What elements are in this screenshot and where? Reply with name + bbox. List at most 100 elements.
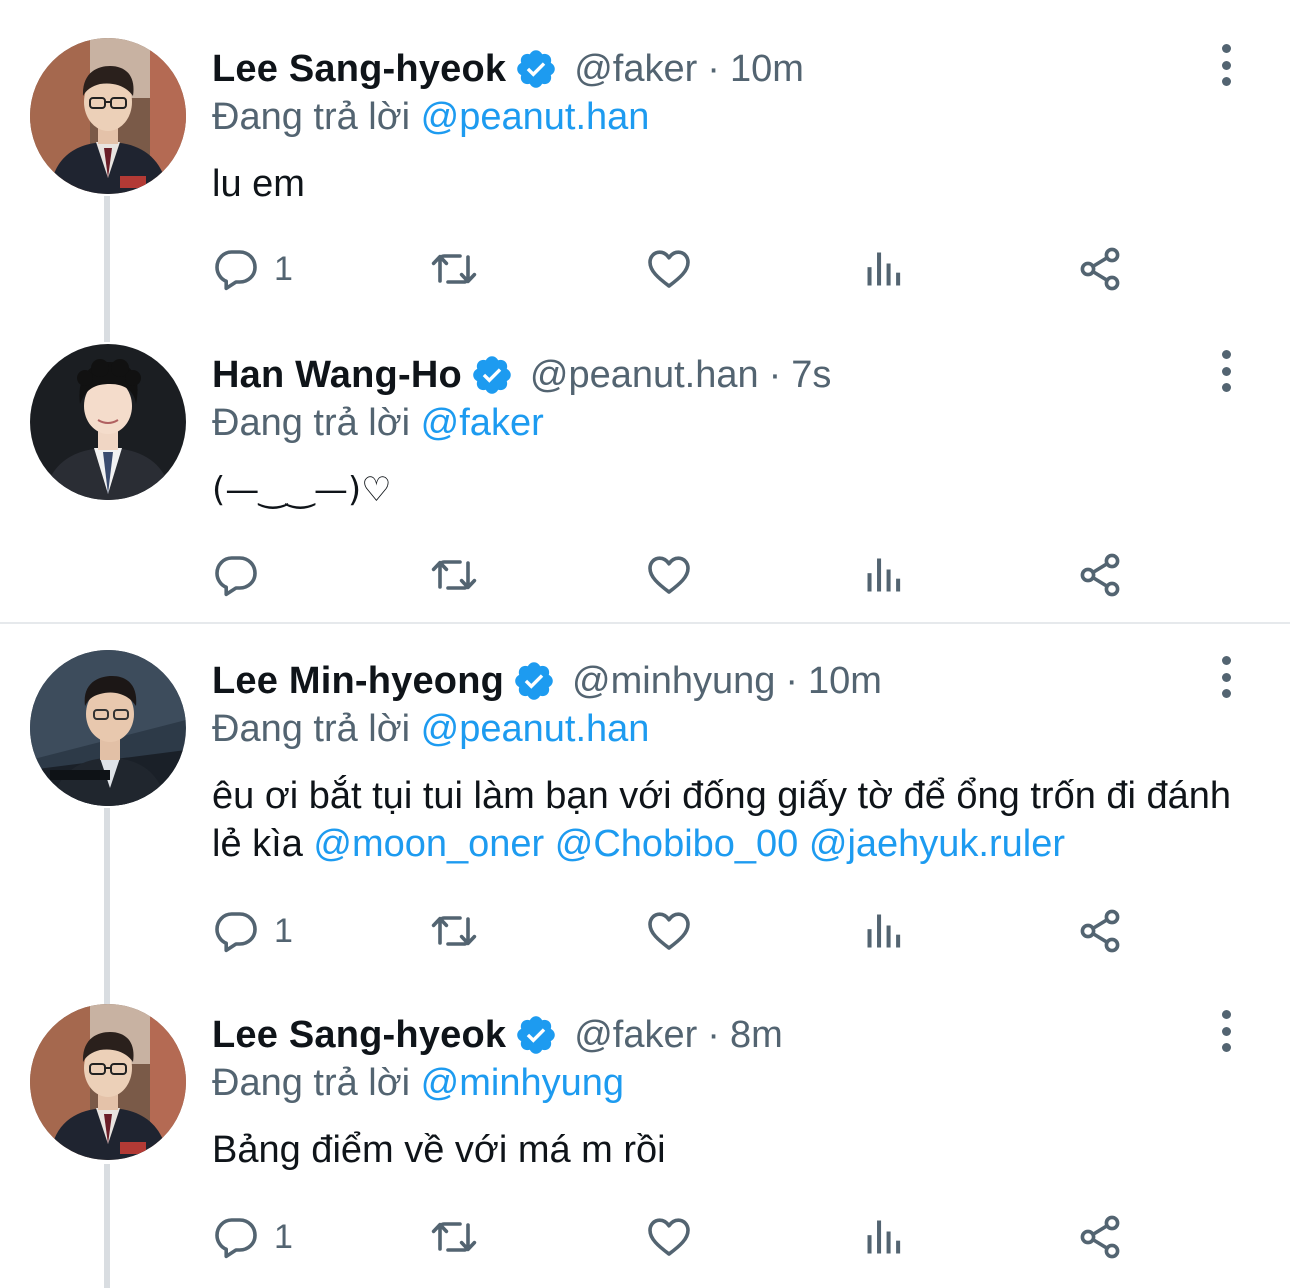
like-button[interactable]	[644, 550, 694, 600]
share-button[interactable]	[1076, 906, 1124, 956]
like-button[interactable]	[644, 1212, 694, 1262]
views-icon	[862, 553, 906, 597]
reply-icon	[212, 551, 260, 599]
replying-to: Đang trả lời @faker	[212, 402, 544, 445]
tweet[interactable]: Lee Sang-hyeok @faker · 10m Đang trả lời…	[0, 0, 1290, 330]
retweet-icon	[426, 245, 482, 293]
display-name[interactable]: Lee Min-hyeong	[212, 660, 504, 703]
views-icon	[862, 1215, 906, 1259]
tweet-header: Lee Sang-hyeok @faker · 10m	[212, 46, 804, 92]
verified-badge-icon	[470, 353, 514, 397]
mention-link[interactable]: @peanut.han	[421, 96, 650, 138]
display-name[interactable]: Lee Sang-hyeok	[212, 48, 506, 91]
views-button[interactable]	[862, 244, 906, 294]
tweet-actions	[212, 550, 1212, 600]
reply-icon	[212, 907, 260, 955]
avatar[interactable]	[30, 650, 186, 806]
reply-count: 1	[274, 911, 293, 950]
replying-to: Đang trả lời @minhyung	[212, 1062, 624, 1105]
reply-button[interactable]: 1	[212, 244, 293, 294]
like-icon	[644, 245, 694, 293]
views-icon	[862, 909, 906, 953]
mention-link[interactable]: @peanut.han	[421, 708, 650, 750]
more-options-icon[interactable]	[1214, 656, 1238, 698]
reply-button[interactable]: 1	[212, 1212, 293, 1262]
username[interactable]: @peanut.han	[530, 354, 759, 397]
tweet-actions: 1	[212, 244, 1212, 294]
replying-label: Đang trả lời	[212, 1062, 411, 1104]
share-button[interactable]	[1076, 550, 1124, 600]
views-button[interactable]	[862, 550, 906, 600]
separator-dot: ·	[707, 1013, 720, 1056]
reply-icon	[212, 1213, 260, 1261]
replying-label: Đang trả lời	[212, 96, 411, 138]
mention-link[interactable]: @moon_oner	[313, 823, 544, 865]
like-button[interactable]	[644, 906, 694, 956]
verified-badge-icon	[514, 47, 558, 91]
share-icon	[1076, 245, 1124, 293]
tweet-actions: 1	[212, 1212, 1212, 1262]
avatar[interactable]	[30, 344, 186, 500]
tweet-header: Lee Min-hyeong @minhyung · 10m	[212, 658, 882, 704]
like-icon	[644, 1213, 694, 1261]
tweet-header: Han Wang-Ho @peanut.han · 7s	[212, 352, 831, 398]
username[interactable]: @minhyung	[572, 660, 775, 703]
avatar[interactable]	[30, 1004, 186, 1160]
retweet-button[interactable]	[426, 1212, 482, 1262]
timestamp[interactable]: 10m	[730, 48, 804, 91]
username[interactable]: @faker	[574, 1014, 697, 1057]
tweet-actions: 1	[212, 906, 1212, 956]
tweet[interactable]: Lee Sang-hyeok @faker · 8m Đang trả lời …	[0, 966, 1290, 1288]
share-button[interactable]	[1076, 244, 1124, 294]
display-name[interactable]: Lee Sang-hyeok	[212, 1014, 506, 1057]
separator-dot: ·	[785, 659, 799, 702]
avatar[interactable]	[30, 38, 186, 194]
tweet-text: lu em	[212, 163, 305, 205]
views-button[interactable]	[862, 1212, 906, 1262]
tweet-text: (—‿‿—)♡	[212, 470, 392, 510]
retweet-button[interactable]	[426, 244, 482, 294]
tweet-header: Lee Sang-hyeok @faker · 8m	[212, 1012, 783, 1058]
separator-dot: ·	[768, 353, 782, 396]
verified-badge-icon	[512, 659, 556, 703]
tweet[interactable]: Lee Min-hyeong @minhyung · 10m Đang trả …	[0, 612, 1290, 992]
views-icon	[862, 247, 906, 291]
avatar-photo-icon	[30, 650, 186, 806]
mention-link[interactable]: @jaehyuk.ruler	[809, 823, 1065, 865]
timestamp[interactable]: 10m	[808, 660, 882, 703]
reply-button[interactable]: 1	[212, 906, 293, 956]
retweet-icon	[426, 907, 482, 955]
like-icon	[644, 907, 694, 955]
tweet[interactable]: Han Wang-Ho @peanut.han · 7s Đang trả lờ…	[0, 306, 1290, 622]
more-options-icon[interactable]	[1214, 350, 1238, 392]
avatar-photo-icon	[30, 344, 186, 500]
more-options-icon[interactable]	[1214, 44, 1238, 86]
tweet-text: êu ơi bắt tụi tui làm bạn với đống giấy …	[212, 772, 1252, 868]
more-options-icon[interactable]	[1214, 1010, 1238, 1052]
replying-to: Đang trả lời @peanut.han	[212, 708, 649, 751]
verified-badge-icon	[514, 1013, 558, 1057]
retweet-icon	[426, 1213, 482, 1261]
replying-label: Đang trả lời	[212, 708, 411, 750]
mention-link[interactable]: @faker	[421, 402, 544, 444]
reply-button[interactable]	[212, 550, 274, 600]
retweet-button[interactable]	[426, 550, 482, 600]
timestamp[interactable]: 7s	[791, 354, 831, 397]
retweet-icon	[426, 551, 482, 599]
share-button[interactable]	[1076, 1212, 1124, 1262]
tweet-text: Bảng điểm về với má m rồi	[212, 1129, 666, 1171]
timestamp[interactable]: 8m	[730, 1014, 783, 1057]
share-icon	[1076, 1213, 1124, 1261]
mention-link[interactable]: @Chobibo_00	[555, 823, 799, 865]
share-icon	[1076, 551, 1124, 599]
like-icon	[644, 551, 694, 599]
username[interactable]: @faker	[574, 48, 697, 91]
reply-count: 1	[274, 1217, 293, 1256]
display-name[interactable]: Han Wang-Ho	[212, 354, 462, 397]
retweet-button[interactable]	[426, 906, 482, 956]
separator-dot: ·	[707, 47, 720, 90]
views-button[interactable]	[862, 906, 906, 956]
like-button[interactable]	[644, 244, 694, 294]
mention-link[interactable]: @minhyung	[421, 1062, 624, 1104]
avatar-photo-icon	[30, 1004, 186, 1160]
